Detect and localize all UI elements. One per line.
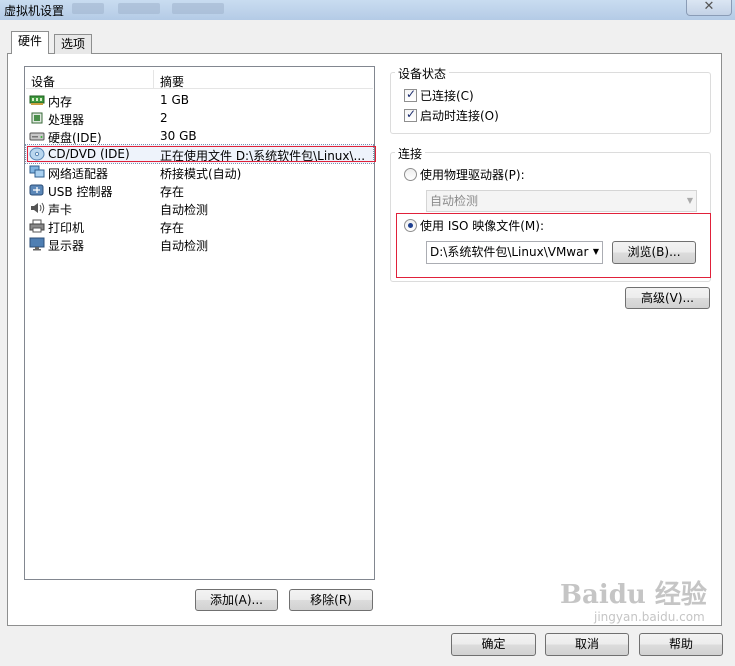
watermark-logo: Baidu 经验	[560, 580, 707, 610]
device-row-printer[interactable]: 打印机 存在	[26, 217, 373, 235]
speaker-icon	[31, 202, 45, 214]
physical-drive-radio[interactable]	[404, 168, 417, 181]
highlight-cd-dvd-row	[27, 146, 376, 162]
chevron-down-icon: ▼	[592, 247, 599, 256]
close-button[interactable]: ✕	[686, 0, 732, 16]
title-bar	[0, 0, 735, 20]
window-title: 虚拟机设置	[4, 4, 65, 18]
usb-icon	[29, 184, 44, 196]
connect-on-power-checkbox[interactable]	[404, 107, 417, 122]
printer-icon	[29, 219, 45, 233]
chevron-down-icon: ▼	[686, 196, 693, 205]
memory-icon	[29, 95, 45, 105]
hard-disk-icon	[29, 132, 45, 141]
device-summary: 自动检测	[160, 203, 209, 217]
tab-options[interactable]: 选项	[54, 34, 92, 54]
tab-hardware[interactable]: 硬件	[11, 31, 49, 54]
monitor-icon	[29, 237, 45, 251]
iso-file-label[interactable]: 使用 ISO 映像文件(M):	[420, 217, 544, 234]
title-blur	[118, 3, 160, 14]
title-blur	[172, 3, 224, 14]
physical-drive-label[interactable]: 使用物理驱动器(P):	[420, 166, 525, 183]
device-name: 内存	[48, 95, 73, 109]
device-name: 硬盘(IDE)	[48, 131, 102, 145]
device-name: 声卡	[48, 203, 73, 217]
device-summary: 1 GB	[160, 93, 189, 107]
device-name: USB 控制器	[48, 185, 113, 199]
connected-label[interactable]: 已连接(C)	[420, 87, 474, 104]
device-name: 处理器	[48, 113, 85, 127]
iso-file-radio[interactable]	[404, 219, 417, 232]
connection-title: 连接	[395, 145, 426, 162]
device-status-title: 设备状态	[395, 65, 450, 82]
device-summary: 桥接模式(自动)	[160, 167, 242, 181]
network-adapter-icon	[29, 165, 45, 178]
processor-icon	[31, 112, 43, 124]
iso-path-value: D:\系统软件包\Linux\VMwar	[430, 245, 589, 259]
device-summary: 30 GB	[160, 129, 197, 143]
device-row-display[interactable]: 显示器 自动检测	[26, 235, 373, 253]
advanced-button[interactable]: 高级(V)...	[625, 287, 710, 309]
device-row-processor[interactable]: 处理器 2	[26, 109, 373, 127]
device-summary: 存在	[160, 221, 185, 235]
watermark-url: jingyan.baidu.com	[594, 610, 705, 624]
browse-button[interactable]: 浏览(B)...	[612, 241, 696, 264]
device-row-hard-disk[interactable]: 硬盘(IDE) 30 GB	[26, 127, 373, 145]
remove-button[interactable]: 移除(R)	[289, 589, 373, 611]
device-name: 打印机	[48, 221, 85, 235]
device-summary: 2	[160, 111, 168, 125]
device-name: 显示器	[48, 239, 85, 253]
device-row-usb-controller[interactable]: USB 控制器 存在	[26, 181, 373, 199]
device-row-network-adapter[interactable]: 网络适配器 桥接模式(自动)	[26, 163, 373, 181]
header-divider	[26, 88, 373, 89]
column-separator	[153, 70, 154, 88]
device-name: 网络适配器	[48, 167, 109, 181]
add-button[interactable]: 添加(A)...	[195, 589, 278, 611]
device-row-sound-card[interactable]: 声卡 自动检测	[26, 199, 373, 217]
connected-checkbox[interactable]	[404, 87, 417, 102]
title-blur	[72, 3, 104, 14]
cancel-button[interactable]: 取消	[545, 633, 629, 656]
ok-button[interactable]: 确定	[451, 633, 536, 656]
physical-drive-select[interactable]: 自动检测 ▼	[426, 190, 697, 212]
connect-on-power-label[interactable]: 启动时连接(O)	[420, 107, 499, 124]
device-summary: 自动检测	[160, 239, 209, 253]
help-button[interactable]: 帮助	[639, 633, 723, 656]
device-row-memory[interactable]: 内存 1 GB	[26, 91, 373, 109]
physical-drive-value: 自动检测	[430, 194, 479, 208]
iso-path-combo[interactable]: D:\系统软件包\Linux\VMwar ▼	[426, 241, 603, 264]
device-summary: 存在	[160, 185, 185, 199]
